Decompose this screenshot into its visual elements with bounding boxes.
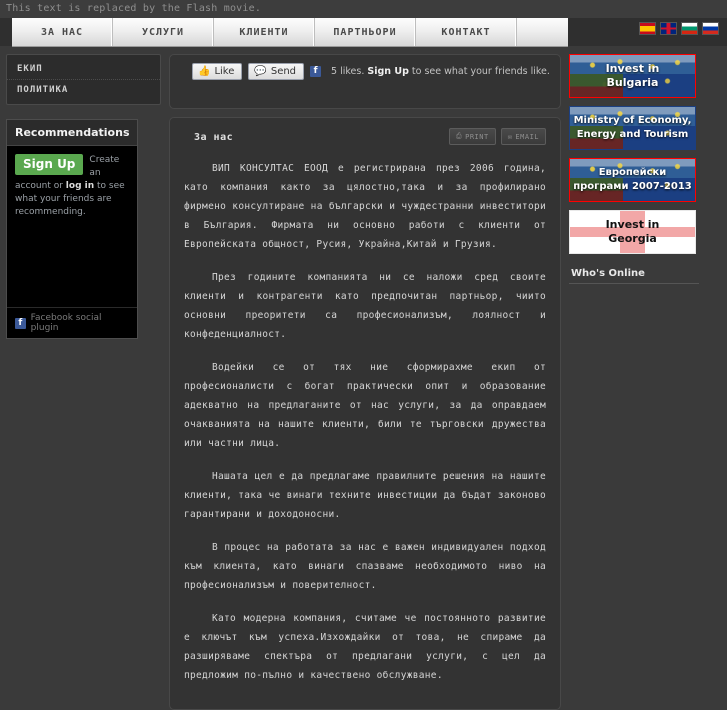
- facebook-signup-button[interactable]: Sign Up: [15, 154, 84, 175]
- ministry-of-economy-banner[interactable]: Ministry of Economy, Energy and Tourism: [569, 106, 696, 150]
- page-title: За нас: [194, 132, 234, 143]
- right-sidebar: Invest in Bulgaria Ministry of Economy, …: [569, 54, 721, 545]
- facebook-plugin-label[interactable]: Facebook social plugin: [31, 313, 129, 333]
- facebook-recommendations-widget: Recommendations Sign Up Create an accoun…: [6, 119, 138, 339]
- facebook-widget-title: Recommendations: [7, 120, 137, 146]
- facebook-widget-footer: f Facebook social plugin: [7, 307, 137, 338]
- left-sidebar: ЕКИП ПОЛИТИКА Recommendations Sign Up Cr…: [6, 54, 161, 545]
- facebook-send-button[interactable]: 💬 Send: [248, 63, 305, 80]
- whos-online-title: Who's Online: [569, 262, 699, 284]
- language-switcher: [639, 22, 719, 35]
- send-label: Send: [270, 66, 297, 77]
- article-panel: За нас ⎙ PRINT ✉ EMAIL ВИП КОНСУЛТАС ЕОО…: [169, 117, 561, 710]
- banner-line-2: Energy and Tourism: [576, 129, 689, 140]
- email-button[interactable]: ✉ EMAIL: [500, 128, 546, 145]
- russian-flag-icon[interactable]: [702, 22, 719, 35]
- nav-item-za-nas[interactable]: ЗА НАС: [12, 18, 113, 46]
- banner-line-1: Ministry of Economy,: [573, 115, 692, 126]
- sidebar-menu: ЕКИП ПОЛИТИКА: [6, 54, 161, 105]
- nav-item-uslugi[interactable]: УСЛУГИ: [113, 18, 214, 46]
- english-flag-icon[interactable]: [660, 22, 677, 35]
- likes-summary: 5 likes. Sign Up to see what your friend…: [331, 66, 550, 77]
- banner-line-1: Европейски: [598, 167, 667, 178]
- article-paragraph: Водейки се от тях ние сформирахме екип о…: [184, 362, 546, 449]
- article-paragraph: Нашата цел е да предлагаме правилните ре…: [184, 471, 546, 520]
- speech-bubble-icon: 💬: [254, 66, 267, 77]
- main-menu: ЗА НАС УСЛУГИ КЛИЕНТИ ПАРТНЬОРИ КОНТАКТ: [12, 18, 568, 47]
- invest-in-georgia-banner[interactable]: Invest in Georgia: [569, 210, 696, 254]
- banner-text: Ministry of Economy, Energy and Tourism: [574, 114, 692, 142]
- facebook-logo-icon-inline: f: [310, 66, 322, 77]
- bulgarian-flag-icon[interactable]: [681, 22, 698, 35]
- social-share-bar: 👍 Like 💬 Send f 5 likes. Sign Up to see …: [169, 54, 561, 109]
- banner-text: Invest in Georgia: [606, 218, 660, 246]
- main-content: 👍 Like 💬 Send f 5 likes. Sign Up to see …: [169, 54, 561, 710]
- banner-text: Invest in Bulgaria: [606, 62, 660, 90]
- sidebar-item-ekip[interactable]: ЕКИП: [7, 59, 160, 80]
- likes-signup-link[interactable]: Sign Up: [367, 66, 408, 77]
- banner-line-1: Invest in: [605, 218, 660, 231]
- nav-item-kontakt[interactable]: КОНТАКТ: [416, 18, 517, 46]
- article-paragraph: През годините компанията ни се наложи ср…: [184, 272, 546, 340]
- facebook-logo-icon: f: [15, 317, 26, 329]
- like-label: Like: [214, 66, 235, 77]
- nav-item-partnyori[interactable]: ПАРТНЬОРИ: [315, 18, 416, 46]
- facebook-login-link[interactable]: log in: [66, 181, 94, 191]
- social-buttons-row: 👍 Like 💬 Send f 5 likes. Sign Up to see …: [192, 63, 560, 80]
- article-body: ВИП КОНСУЛТАС ЕООД е регистрирана през 2…: [184, 159, 546, 685]
- likes-tail: to see what your friends like.: [408, 66, 550, 77]
- banner-text: Европейски програми 2007-2013: [573, 166, 692, 194]
- nav-filler: [517, 18, 617, 46]
- facebook-widget-body: Sign Up Create an account or log in to s…: [7, 146, 137, 307]
- email-label: EMAIL: [515, 132, 539, 141]
- article-header: За нас ⎙ PRINT ✉ EMAIL: [184, 128, 546, 145]
- print-label: PRINT: [465, 132, 489, 141]
- article-tools: ⎙ PRINT ✉ EMAIL: [449, 128, 546, 145]
- print-button[interactable]: ⎙ PRINT: [449, 128, 496, 145]
- likes-count: 5 likes.: [331, 66, 365, 77]
- article-paragraph: В процес на работата за нас е важен инди…: [184, 542, 546, 591]
- thumbs-up-icon: 👍: [198, 66, 211, 77]
- sidebar-item-politika[interactable]: ПОЛИТИКА: [7, 80, 160, 100]
- envelope-icon: ✉: [507, 132, 513, 141]
- article-paragraph: ВИП КОНСУЛТАС ЕООД е регистрирана през 2…: [184, 163, 546, 250]
- banner-line-2: програми 2007-2013: [573, 181, 692, 192]
- spanish-flag-icon[interactable]: [639, 22, 656, 35]
- banner-line-1: Invest in: [605, 62, 660, 75]
- page-columns: ЕКИП ПОЛИТИКА Recommendations Sign Up Cr…: [0, 46, 727, 710]
- top-navigation-bar: ЗА НАС УСЛУГИ КЛИЕНТИ ПАРТНЬОРИ КОНТАКТ: [0, 18, 727, 47]
- flash-replacement-text: This text is replaced by the Flash movie…: [0, 0, 727, 18]
- nav-item-klienti[interactable]: КЛИЕНТИ: [214, 18, 315, 46]
- printer-icon: ⎙: [456, 132, 463, 140]
- banner-line-2: Georgia: [608, 232, 657, 245]
- banner-line-2: Bulgaria: [606, 76, 659, 89]
- invest-in-bulgaria-banner[interactable]: Invest in Bulgaria: [569, 54, 696, 98]
- article-paragraph: Като модерна компания, считаме че постоя…: [184, 613, 546, 681]
- european-programmes-banner[interactable]: Европейски програми 2007-2013: [569, 158, 696, 202]
- facebook-like-button[interactable]: 👍 Like: [192, 63, 243, 80]
